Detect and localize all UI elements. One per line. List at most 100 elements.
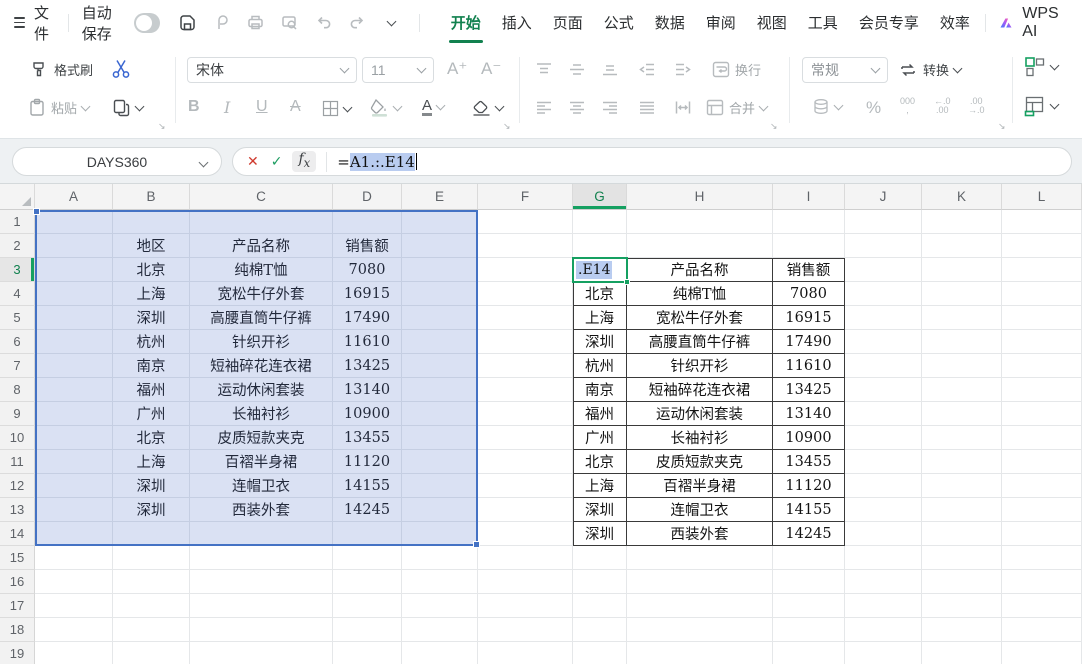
cell-G16[interactable] — [573, 570, 627, 594]
cell-B15[interactable] — [113, 546, 190, 570]
cell-L3[interactable] — [1002, 258, 1082, 282]
cell-F17[interactable] — [478, 594, 573, 618]
cell-K7[interactable] — [922, 354, 1002, 378]
cell-B5[interactable]: 深圳 — [113, 306, 190, 330]
cell-F3[interactable] — [478, 258, 573, 282]
font-color-dropdown-icon[interactable] — [436, 101, 446, 111]
cell-L10[interactable] — [1002, 426, 1082, 450]
cell-K9[interactable] — [922, 402, 1002, 426]
cell-I12[interactable]: 11120 — [773, 474, 845, 498]
cell-J16[interactable] — [845, 570, 922, 594]
cell-I8[interactable]: 13425 — [773, 378, 845, 402]
cell-K17[interactable] — [922, 594, 1002, 618]
tab-页面[interactable]: 页面 — [551, 0, 585, 45]
rows-columns-dropdown-icon[interactable] — [1050, 61, 1060, 71]
decrease-font-icon[interactable]: A⁻ — [481, 59, 501, 79]
cell-E1[interactable] — [402, 210, 478, 234]
align-right-icon[interactable] — [601, 100, 619, 115]
cell-I17[interactable] — [773, 594, 845, 618]
font-size-select[interactable]: 11 — [362, 57, 434, 83]
cell-J19[interactable] — [845, 642, 922, 664]
cell-A17[interactable] — [35, 594, 113, 618]
increase-font-icon[interactable]: A⁺ — [447, 59, 467, 79]
confirm-formula-icon[interactable]: ✓ — [271, 153, 283, 170]
cell-J2[interactable] — [845, 234, 922, 258]
cell-E10[interactable] — [402, 426, 478, 450]
copy-button[interactable] — [112, 98, 143, 117]
row-header-9[interactable]: 9 — [0, 402, 35, 426]
row-header-1[interactable]: 1 — [0, 210, 35, 234]
tab-视图[interactable]: 视图 — [755, 0, 789, 45]
cell-H16[interactable] — [627, 570, 773, 594]
cell-E11[interactable] — [402, 450, 478, 474]
cell-L9[interactable] — [1002, 402, 1082, 426]
tab-审阅[interactable]: 审阅 — [704, 0, 738, 45]
edit-cell-fill-handle[interactable] — [624, 279, 630, 285]
print-icon[interactable] — [246, 13, 265, 32]
cell-D1[interactable] — [333, 210, 402, 234]
row-header-12[interactable]: 12 — [0, 474, 35, 498]
wps-ai-button[interactable]: WPS AI — [999, 5, 1064, 41]
cell-J5[interactable] — [845, 306, 922, 330]
cell-F11[interactable] — [478, 450, 573, 474]
column-header-H[interactable]: H — [627, 184, 773, 210]
cell-K15[interactable] — [922, 546, 1002, 570]
cell-H1[interactable] — [627, 210, 773, 234]
cell-E19[interactable] — [402, 642, 478, 664]
cell-H8[interactable]: 短袖碎花连衣裙 — [627, 378, 773, 402]
font-color-button[interactable]: A — [422, 98, 444, 116]
cell-D8[interactable]: 13140 — [333, 378, 402, 402]
cell-D14[interactable] — [333, 522, 402, 546]
cell-A11[interactable] — [35, 450, 113, 474]
convert-button[interactable]: 转换 — [898, 60, 961, 79]
cell-F14[interactable] — [478, 522, 573, 546]
cell-H9[interactable]: 运动休闲套装 — [627, 402, 773, 426]
cell-F13[interactable] — [478, 498, 573, 522]
cell-C13[interactable]: 西装外套 — [190, 498, 333, 522]
cell-F9[interactable] — [478, 402, 573, 426]
cell-D19[interactable] — [333, 642, 402, 664]
rows-columns-button[interactable] — [1024, 56, 1058, 78]
formula-text[interactable]: =A1.:.E14 — [337, 153, 417, 171]
insert-function-icon[interactable]: fx — [292, 151, 316, 172]
cell-C8[interactable]: 运动休闲套装 — [190, 378, 333, 402]
cell-I1[interactable] — [773, 210, 845, 234]
cell-C19[interactable] — [190, 642, 333, 664]
cell-J13[interactable] — [845, 498, 922, 522]
cell-H6[interactable]: 高腰直筒牛仔裤 — [627, 330, 773, 354]
cell-H2[interactable] — [627, 234, 773, 258]
number-format-select[interactable]: 常规 — [802, 57, 888, 83]
cell-F10[interactable] — [478, 426, 573, 450]
italic-icon[interactable]: I — [224, 98, 230, 117]
font-dialog-launcher-icon[interactable]: ↘ — [503, 121, 511, 132]
cell-L17[interactable] — [1002, 594, 1082, 618]
cell-H13[interactable]: 连帽卫衣 — [627, 498, 773, 522]
autosave-toggle[interactable] — [134, 13, 160, 33]
underline-icon[interactable]: U — [256, 98, 268, 116]
cell-L16[interactable] — [1002, 570, 1082, 594]
cell-H12[interactable]: 百褶半身裙 — [627, 474, 773, 498]
cell-E12[interactable] — [402, 474, 478, 498]
cell-D13[interactable]: 14245 — [333, 498, 402, 522]
paste-button[interactable]: 粘贴 — [28, 98, 89, 117]
cell-F2[interactable] — [478, 234, 573, 258]
cell-L19[interactable] — [1002, 642, 1082, 664]
justify-icon[interactable] — [638, 100, 656, 115]
cell-L13[interactable] — [1002, 498, 1082, 522]
align-top-icon[interactable] — [535, 62, 553, 77]
select-all-corner[interactable] — [0, 184, 35, 210]
cell-C10[interactable]: 皮质短款夹克 — [190, 426, 333, 450]
align-bottom-icon[interactable] — [601, 62, 619, 77]
cell-G15[interactable] — [573, 546, 627, 570]
cell-L8[interactable] — [1002, 378, 1082, 402]
cell-A19[interactable] — [35, 642, 113, 664]
cell-B11[interactable]: 上海 — [113, 450, 190, 474]
cut-button[interactable] — [110, 58, 132, 80]
cell-F18[interactable] — [478, 618, 573, 642]
cell-I3[interactable]: 销售额 — [773, 258, 845, 282]
cell-L2[interactable] — [1002, 234, 1082, 258]
worksheet-dropdown-icon[interactable] — [1050, 100, 1060, 110]
cell-F1[interactable] — [478, 210, 573, 234]
column-header-L[interactable]: L — [1002, 184, 1082, 210]
cell-E16[interactable] — [402, 570, 478, 594]
